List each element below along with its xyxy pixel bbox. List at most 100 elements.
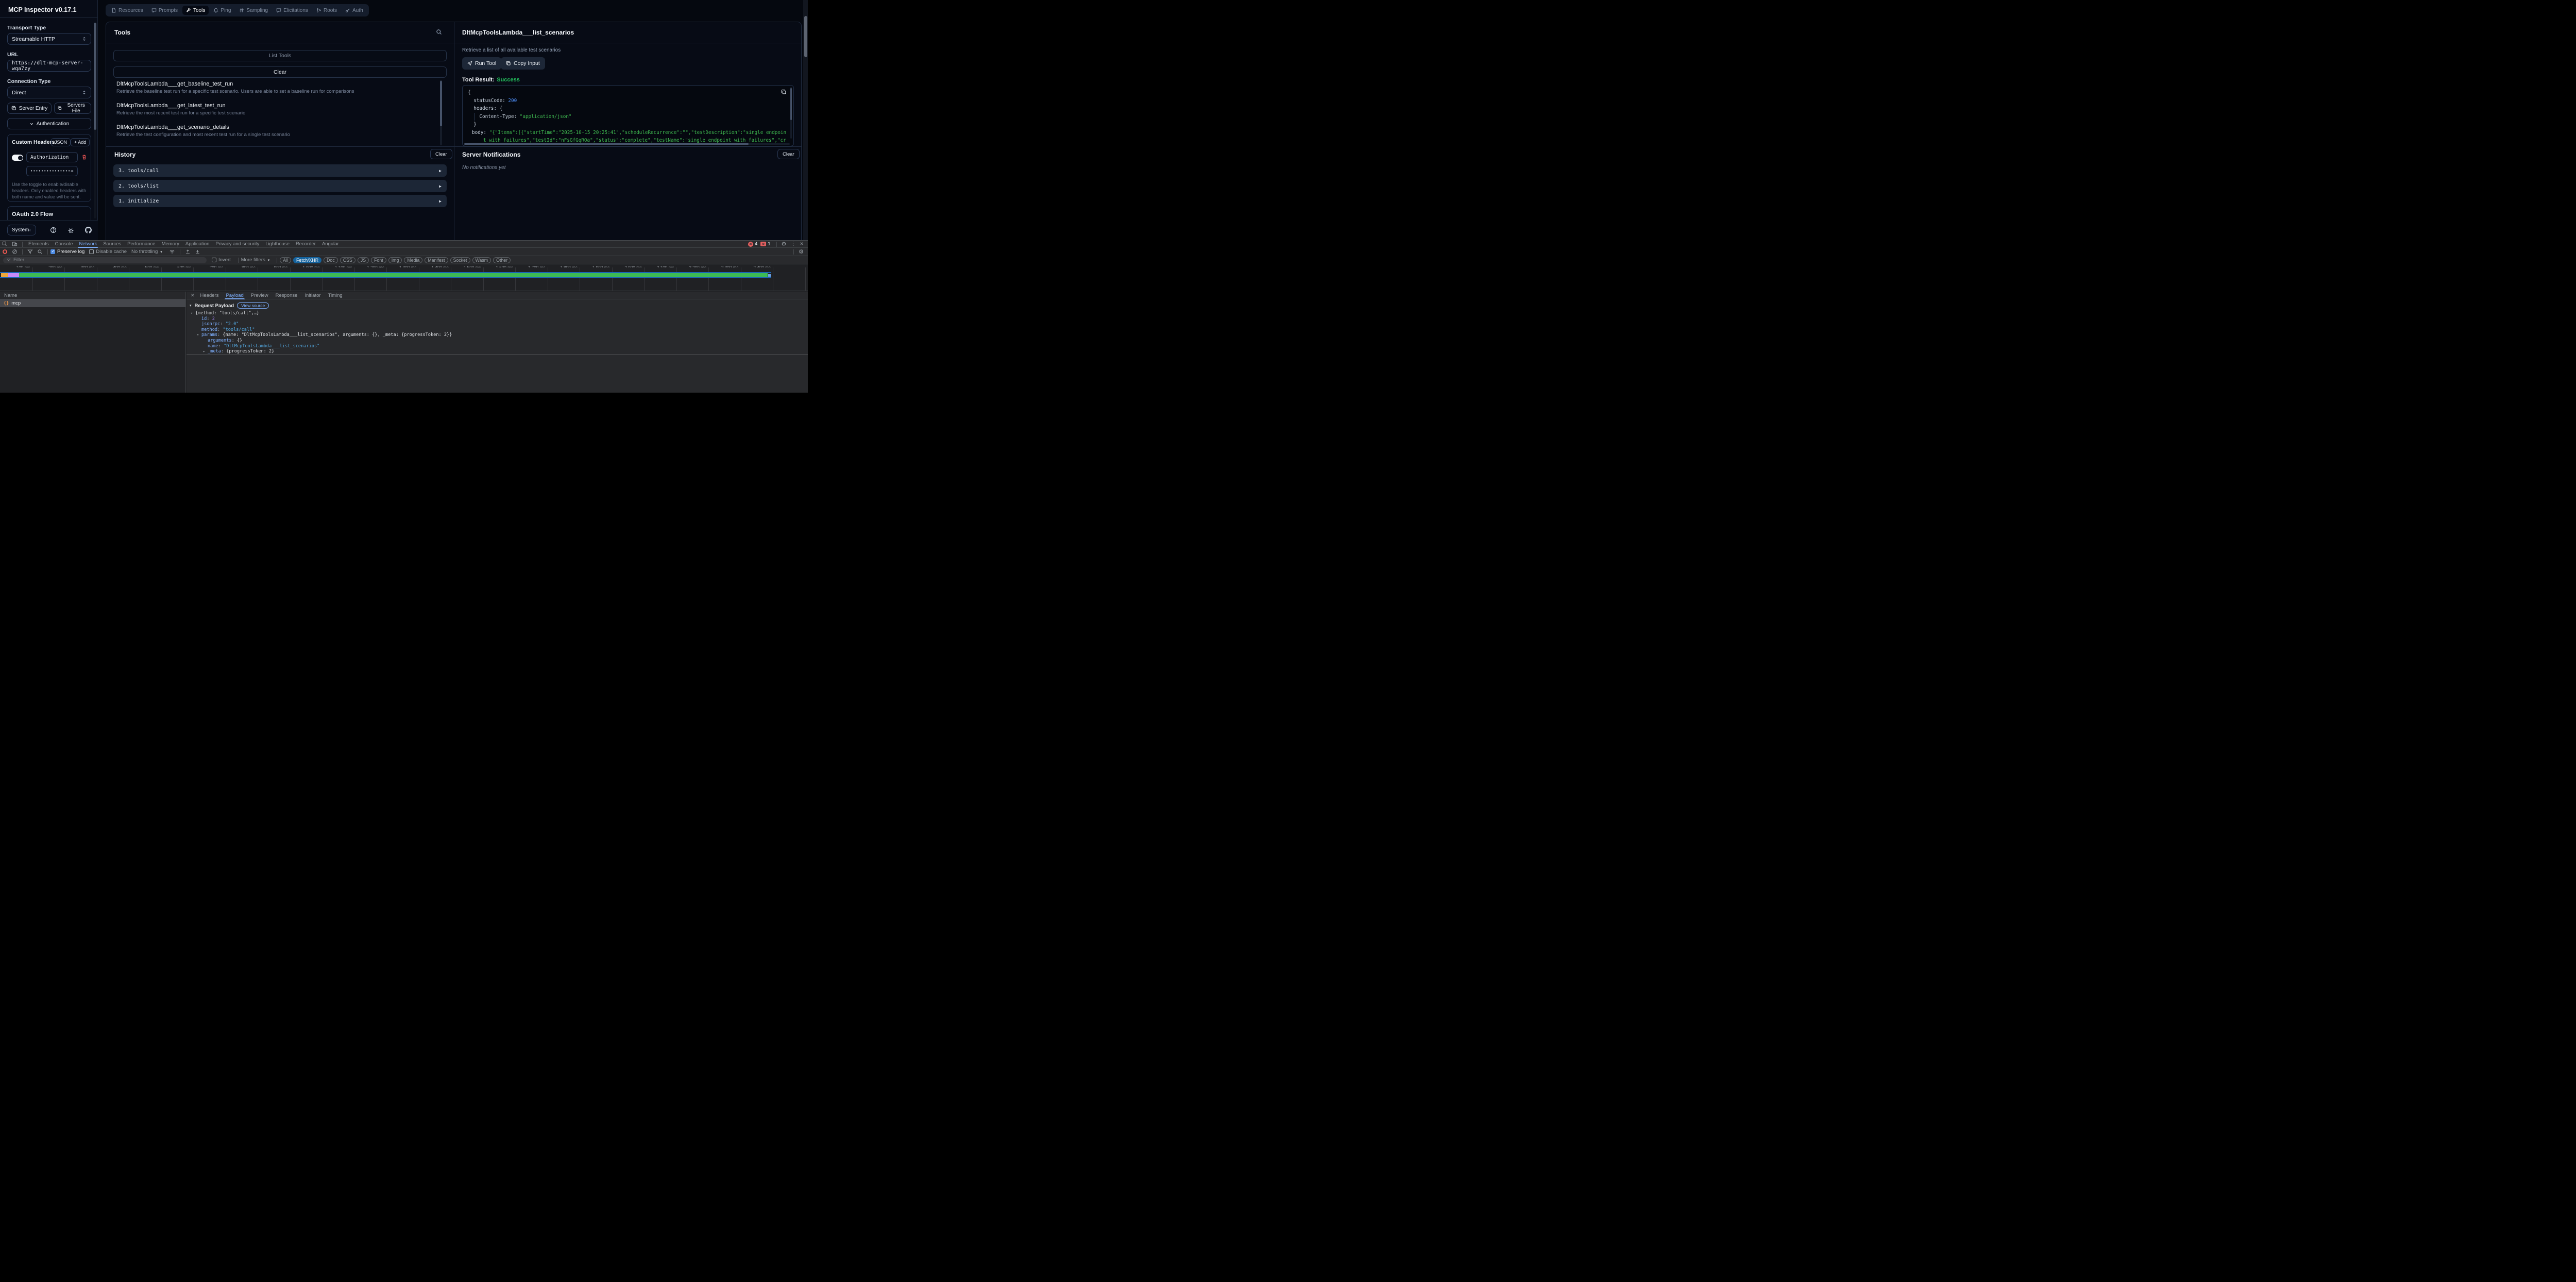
tree-row[interactable]: id: 2	[191, 316, 452, 322]
network-filter-input[interactable]: Filter	[3, 257, 207, 263]
devtools-tab-privacy[interactable]: Privacy and security	[212, 241, 262, 248]
tools-list-scrollbar[interactable]	[440, 80, 442, 145]
devtools-tab-console[interactable]: Console	[52, 241, 76, 248]
devtools-tab-lighthouse[interactable]: Lighthouse	[262, 241, 292, 248]
header-value-input[interactable]: •••••••••••••••	[26, 166, 78, 176]
devtools-tab-performance[interactable]: Performance	[124, 241, 158, 248]
tab-prompts[interactable]: Prompts	[148, 6, 181, 15]
github-icon[interactable]	[85, 227, 92, 233]
detail-tab-initiator[interactable]: Initiator	[301, 292, 324, 299]
add-header-button[interactable]: + Add	[71, 138, 90, 146]
tab-resources[interactable]: Resources	[108, 6, 147, 15]
throttling-select[interactable]: No throttling▾	[131, 249, 162, 255]
detail-tab-headers[interactable]: Headers	[197, 292, 223, 299]
timeline-overview-band[interactable]	[0, 272, 771, 278]
result-vertical-scrollbar[interactable]	[790, 87, 792, 139]
devtools-tab-memory[interactable]: Memory	[159, 241, 182, 248]
history-item[interactable]: 1. initialize ▶	[113, 195, 447, 207]
tree-row[interactable]: method: "tools/call"	[191, 327, 452, 333]
connection-type-select[interactable]: Direct	[7, 87, 91, 98]
scrollbar-thumb[interactable]	[804, 16, 807, 57]
invert-checkbox[interactable]: Invert	[212, 257, 231, 263]
filter-pill-css[interactable]: CSS	[340, 257, 355, 263]
detail-tab-response[interactable]: Response	[272, 292, 301, 299]
console-errors-badge[interactable]: ✕4	[748, 241, 757, 247]
tab-sampling[interactable]: Sampling	[235, 6, 272, 15]
tree-row[interactable]: ▾params: {name: "DltMcpToolsLambda___lis…	[191, 332, 452, 338]
import-har-icon[interactable]	[183, 249, 193, 255]
server-entry-button[interactable]: Server Entry	[7, 103, 52, 114]
copy-input-button[interactable]: Copy Input	[501, 57, 545, 70]
record-network-log-icon[interactable]	[0, 249, 10, 255]
filter-icon[interactable]	[25, 249, 35, 255]
devtools-settings-icon[interactable]: ⚙	[779, 241, 789, 247]
servers-file-button[interactable]: Servers File	[54, 103, 91, 114]
scrollbar-thumb[interactable]	[94, 23, 96, 130]
tool-list-item[interactable]: DltMcpToolsLambda___get_scenario_details…	[116, 124, 426, 138]
clear-tools-button[interactable]: Clear	[113, 66, 447, 78]
name-column-header[interactable]: Name	[0, 292, 185, 299]
tab-roots[interactable]: Roots	[313, 6, 341, 15]
transport-type-select[interactable]: Streamable HTTP	[7, 33, 91, 45]
history-item[interactable]: 2. tools/list ▶	[113, 180, 447, 192]
issues-badge[interactable]: ✕1	[760, 241, 770, 247]
devtools-close-icon[interactable]: ✕	[798, 241, 806, 247]
disable-cache-checkbox[interactable]: Disable cache	[89, 249, 127, 255]
run-tool-button[interactable]: Run Tool	[462, 57, 501, 70]
tool-list-item[interactable]: DltMcpToolsLambda___get_baseline_test_ru…	[116, 81, 426, 94]
export-har-icon[interactable]	[193, 249, 202, 255]
history-item[interactable]: 3. tools/call ▶	[113, 164, 447, 177]
device-toolbar-icon[interactable]	[10, 241, 20, 247]
json-mode-button[interactable]: JSON	[51, 138, 71, 146]
header-enabled-toggle[interactable]	[12, 155, 23, 161]
filter-pill-media[interactable]: Media	[404, 257, 422, 263]
clear-network-log-icon[interactable]	[10, 249, 20, 255]
tree-row[interactable]: ▾{method: "tools/call",…}	[191, 311, 452, 316]
tab-elicitations[interactable]: Elicitations	[273, 6, 312, 15]
clear-history-button[interactable]: Clear	[430, 149, 452, 159]
tree-row[interactable]: name: "DltMcpToolsLambda___list_scenario…	[191, 344, 452, 349]
url-input[interactable]: https://dlt-mcp-server-wqa7zy	[7, 60, 91, 72]
view-source-button[interactable]: View source	[237, 302, 269, 309]
filter-pill-wasm[interactable]: Wasm	[472, 257, 492, 263]
tab-tools[interactable]: Tools	[182, 6, 209, 15]
header-name-input[interactable]: Authorization	[26, 152, 78, 162]
preserve-log-checkbox[interactable]: Preserve log	[50, 249, 84, 255]
network-conditions-icon[interactable]	[167, 249, 177, 255]
more-filters-button[interactable]: More filters▾	[241, 257, 270, 263]
devtools-tab-application[interactable]: Application	[182, 241, 212, 248]
devtools-tab-sources[interactable]: Sources	[100, 241, 124, 248]
page-scrollbar[interactable]	[803, 0, 808, 240]
bug-icon[interactable]	[67, 227, 74, 233]
help-icon[interactable]	[50, 227, 57, 233]
result-horizontal-scrollbar[interactable]	[464, 143, 790, 145]
theme-select[interactable]: System	[7, 225, 36, 235]
scrollbar-thumb[interactable]	[790, 88, 792, 120]
tree-row[interactable]: jsonrpc: "2.0"	[191, 322, 452, 327]
devtools-tab-recorder[interactable]: Recorder	[293, 241, 319, 248]
network-request-row[interactable]: {} mcp	[0, 299, 185, 307]
copy-result-icon[interactable]	[781, 89, 787, 95]
devtools-tab-elements[interactable]: Elements	[25, 241, 52, 248]
filter-pill-manifest[interactable]: Manifest	[425, 257, 448, 263]
filter-pill-doc[interactable]: Doc	[324, 257, 338, 263]
tree-row[interactable]: arguments: {}	[191, 338, 452, 344]
filter-pill-fetch-xhr[interactable]: Fetch/XHR	[293, 257, 321, 263]
devtools-tab-angular[interactable]: Angular	[319, 241, 342, 248]
search-icon[interactable]	[436, 29, 442, 35]
detail-tab-payload[interactable]: Payload	[222, 292, 247, 299]
sidebar-scrollbar[interactable]	[94, 23, 96, 218]
request-payload-section[interactable]: ▾ Request Payload View source	[190, 302, 269, 309]
devtools-tab-network[interactable]: Network	[76, 241, 100, 248]
eye-icon[interactable]	[71, 168, 74, 174]
scrollbar-thumb[interactable]	[464, 143, 749, 145]
inspect-element-icon[interactable]	[0, 241, 10, 247]
detail-tab-preview[interactable]: Preview	[247, 292, 272, 299]
close-detail-icon[interactable]: ✕	[189, 293, 197, 298]
list-tools-button[interactable]: List Tools	[113, 50, 447, 61]
detail-tab-timing[interactable]: Timing	[325, 292, 346, 299]
scrollbar-thumb[interactable]	[440, 81, 442, 126]
tool-list-item[interactable]: DltMcpToolsLambda___get_latest_test_run …	[116, 103, 426, 116]
clear-notifications-button[interactable]: Clear	[777, 149, 800, 159]
filter-pill-all[interactable]: All	[280, 257, 291, 263]
